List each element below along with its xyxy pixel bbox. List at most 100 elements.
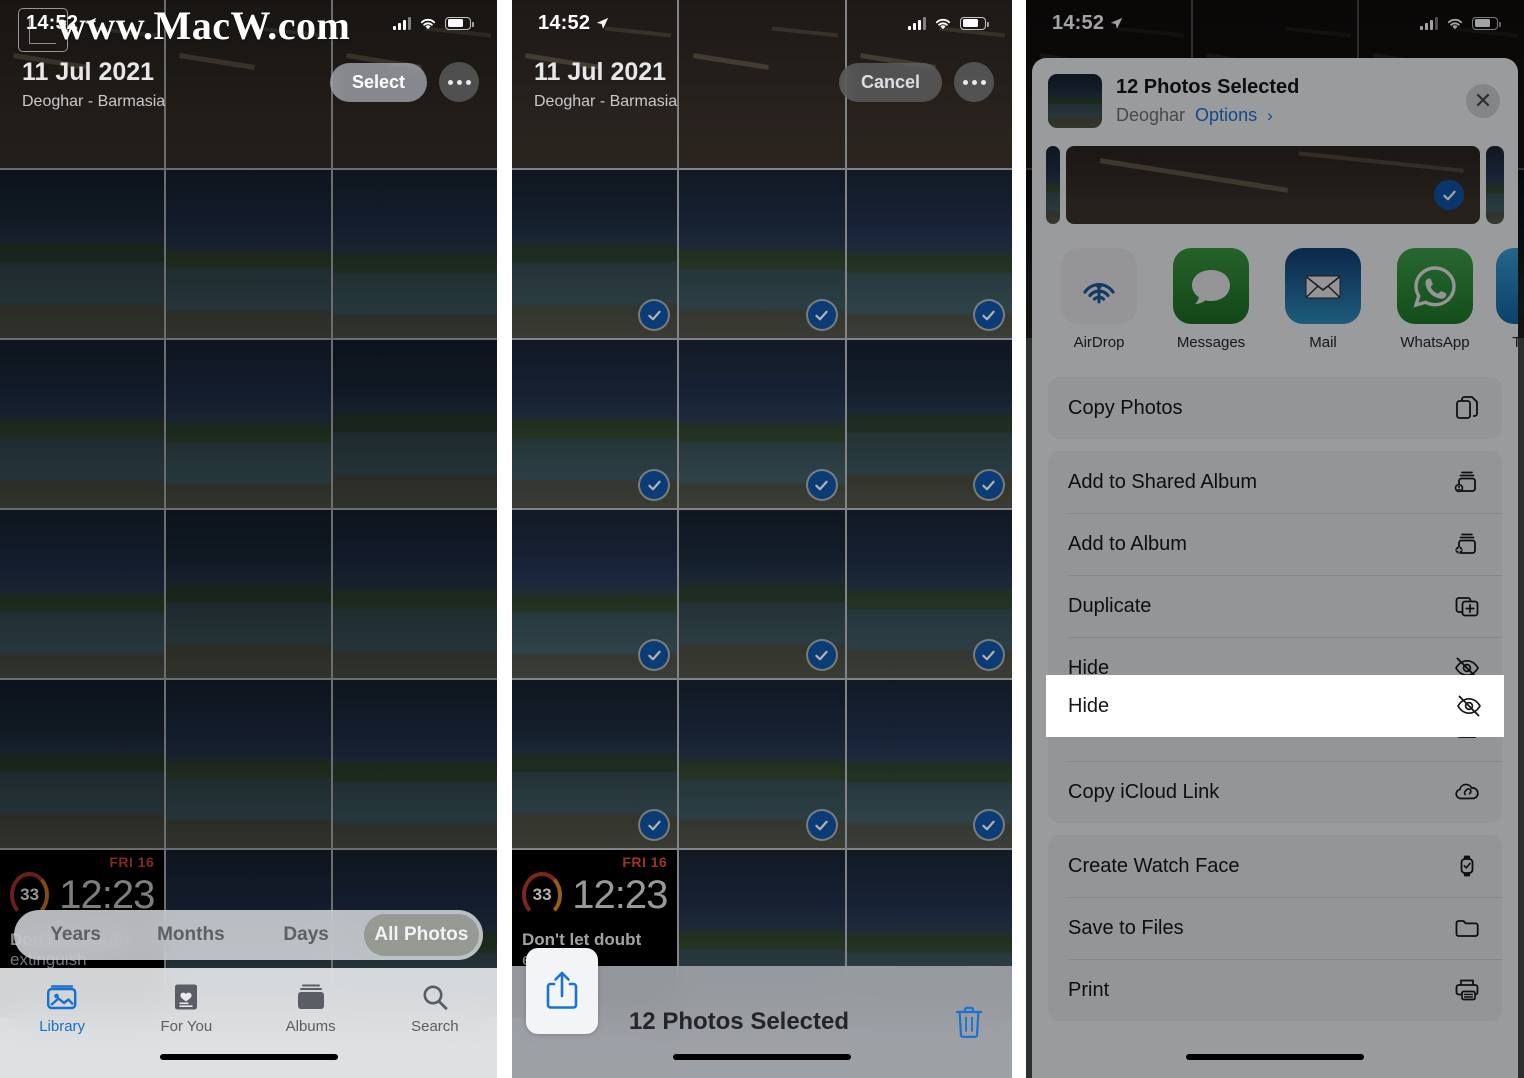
photo-cell-selected[interactable] [512,340,678,508]
photo-cell[interactable] [0,510,165,678]
photo-cell-selected[interactable] [846,510,1012,678]
app-label: Mail [1309,334,1337,351]
strip-photo-main[interactable] [1066,146,1480,224]
action-row-print[interactable]: Print [1048,959,1502,1021]
action-row-create-watch-face[interactable]: Create Watch Face [1048,835,1502,897]
segment-all-photos[interactable]: All Photos [363,914,479,956]
photo-cell[interactable] [166,510,331,678]
location-arrow-icon [1110,17,1123,29]
photo-cell-selected[interactable] [846,340,1012,508]
photo-cell[interactable] [332,680,497,848]
telegram-icon [1496,248,1518,324]
photo-cell-selected[interactable] [512,680,678,848]
icloud-link-icon [1450,779,1484,805]
action-row-copy-icloud-link[interactable]: Copy iCloud Link [1048,761,1502,823]
tab-albums[interactable]: Albums [249,982,373,1035]
row-label: Duplicate [1068,594,1152,617]
page-subtitle: Deoghar - Barmasia [534,92,678,110]
segment-years[interactable]: Years [18,914,133,956]
select-button[interactable]: Select [329,62,427,102]
selection-action-bar: 12 Photos Selected [512,948,1012,1078]
more-options-icon[interactable] [439,62,479,102]
share-thumbnail [1048,74,1102,128]
app-label: Messages [1176,334,1246,351]
photo-cell[interactable] [332,170,497,338]
action-row-copy-photos[interactable]: Copy Photos [1048,377,1502,439]
phone-panel-library: FRI 16 33 12:23 Don't let doubt extingui… [0,0,497,1078]
strip-photo-partial[interactable] [1486,146,1504,224]
share-app-airdrop[interactable]: AirDrop [1048,248,1150,351]
shared-album-icon [1450,469,1484,495]
share-app-whatsapp[interactable]: WhatsApp [1384,248,1486,351]
tab-search[interactable]: Search [373,982,497,1035]
share-location: Deoghar [1116,105,1186,125]
delete-button[interactable] [926,1005,1012,1039]
watchface-activity-ring: 33 [522,872,563,918]
page-subtitle: Deoghar - Barmasia [22,92,166,110]
photo-cell[interactable] [332,510,497,678]
cellular-signal-icon [908,16,926,30]
photo-cell[interactable] [166,680,331,848]
strip-photo-partial[interactable] [1046,146,1060,224]
more-options-icon[interactable] [954,62,994,102]
watermark: www.MacW.com [57,3,351,48]
app-label: AirDrop [1073,334,1125,351]
checkmark-icon [974,471,1003,499]
whatsapp-icon [1397,248,1473,324]
action-row-add-shared-album[interactable]: Add to Shared Album [1048,451,1502,513]
options-link[interactable]: Options [1195,105,1257,126]
watchface-quote-line1: Don't let doubt [522,930,642,949]
segment-days[interactable]: Days [249,914,364,956]
albums-icon [296,982,326,1012]
duplicate-icon [1450,593,1484,619]
action-row-save-to-files[interactable]: Save to Files [1048,897,1502,959]
photo-cell-selected[interactable] [679,680,845,848]
mail-icon [1285,248,1361,324]
share-app-messages[interactable]: Messages [1160,248,1262,351]
photo-cell[interactable] [332,340,497,508]
status-bar: 14:52 [1026,0,1524,46]
photo-cell-selected[interactable] [679,340,845,508]
photo-cell-selected[interactable] [512,510,678,678]
row-label: Save to Files [1068,916,1184,939]
segment-months[interactable]: Months [133,914,248,956]
share-button[interactable] [526,948,598,1034]
copy-icon [1450,395,1484,421]
app-label: Te [1512,334,1518,351]
close-icon[interactable]: ✕ [1466,84,1500,118]
tab-library[interactable]: Library [0,982,124,1035]
photo-cell[interactable] [0,680,165,848]
share-photo-strip [1032,146,1518,224]
row-label: Copy Photos [1068,396,1183,419]
watchface-day: FRI 16 [109,854,155,870]
tab-bar: Library For You Albums Search [0,968,497,1078]
status-time: 14:52 [1052,11,1105,34]
tab-for-you[interactable]: For You [124,982,248,1035]
action-row-add-album[interactable]: Add to Album [1048,513,1502,575]
checkmark-icon [807,301,836,329]
timeline-segmented-control[interactable]: Years Months Days All Photos [14,910,483,960]
share-app-telegram[interactable]: Te [1496,248,1518,351]
action-row-duplicate[interactable]: Duplicate [1048,575,1502,637]
photo-cell[interactable] [166,340,331,508]
cancel-button[interactable]: Cancel [838,62,942,102]
checkmark-icon [807,641,836,669]
airdrop-icon [1061,248,1137,324]
photo-cell[interactable] [0,170,165,338]
photo-cell-selected[interactable] [512,170,678,338]
photo-cell-selected[interactable] [846,170,1012,338]
photo-cell[interactable] [166,170,331,338]
photo-cell-selected[interactable] [679,510,845,678]
share-app-mail[interactable]: Mail [1272,248,1374,351]
trash-icon [955,1006,983,1039]
photo-cell[interactable] [0,340,165,508]
selection-count-label: 12 Photos Selected [628,1008,850,1035]
row-label: Copy iCloud Link [1068,780,1220,803]
battery-icon [1472,16,1501,30]
action-row-hide[interactable]: Hide [1046,675,1504,737]
photo-cell-selected[interactable] [679,170,845,338]
wifi-icon [420,18,436,29]
photo-cell-selected[interactable] [846,680,1012,848]
row-label: Add to Album [1068,532,1187,555]
app-label: WhatsApp [1400,334,1470,351]
